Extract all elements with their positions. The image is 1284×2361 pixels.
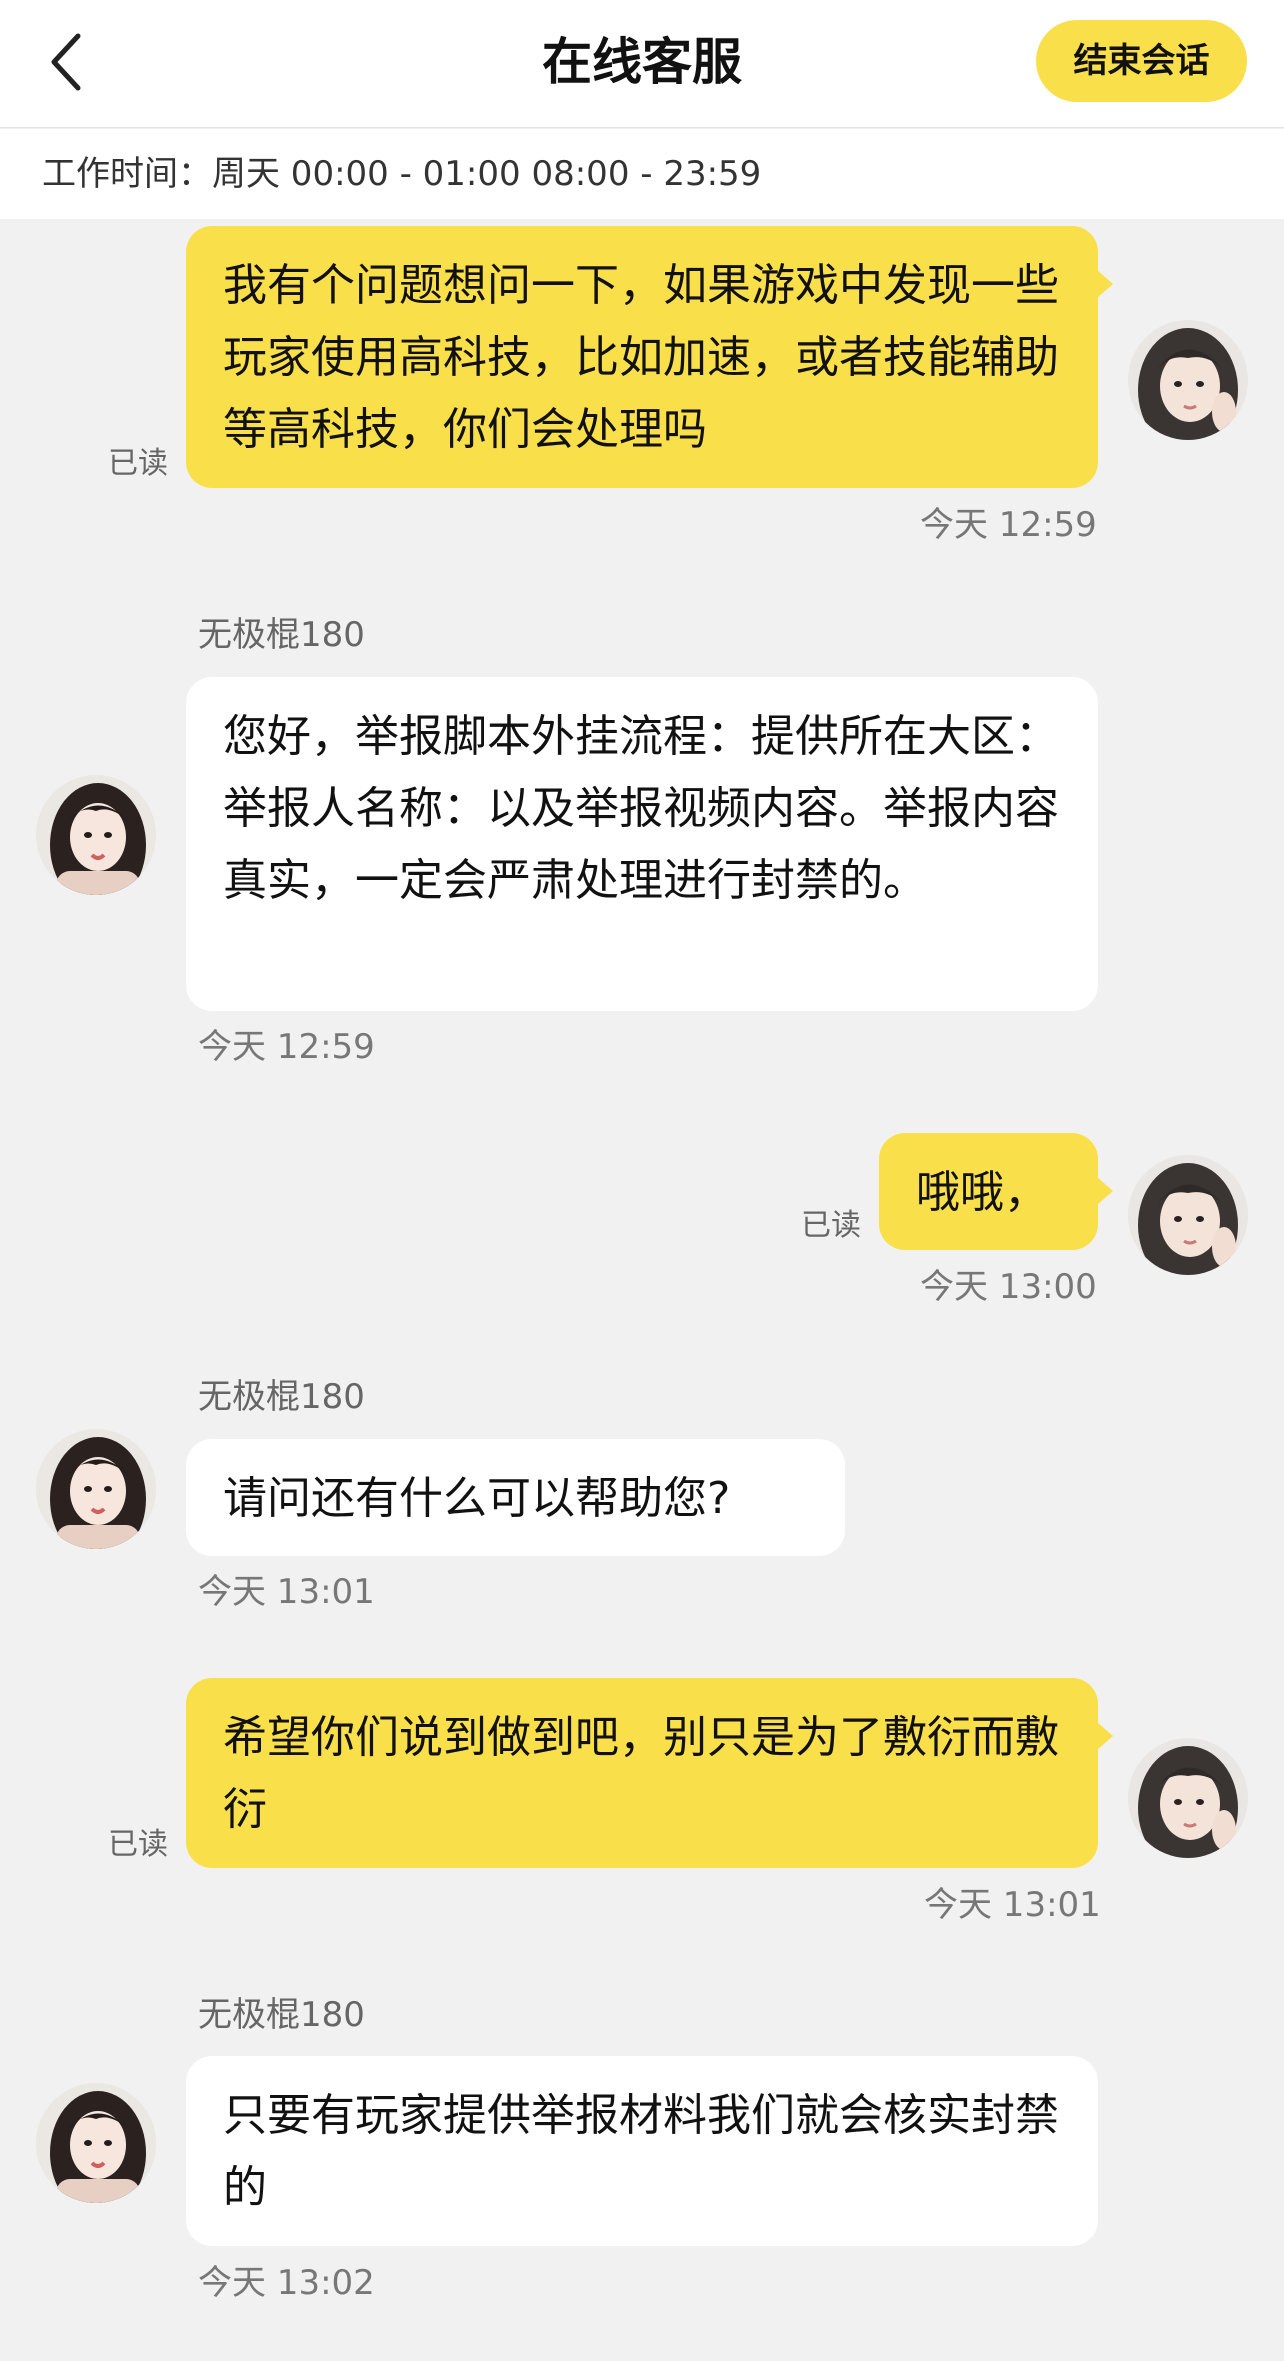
message-bubble-agent[interactable]: 您好，举报脚本外挂流程：提供所在大区：举报人名称：以及举报视频内容。举报内容真实… xyxy=(186,677,1098,1011)
bubble-tail xyxy=(1097,270,1113,298)
message-timestamp: 今天 13:02 xyxy=(198,2263,375,2303)
end-session-button[interactable]: 结束会话 xyxy=(1036,20,1247,102)
bubble-tail xyxy=(1097,1722,1113,1750)
message-bubble-mine[interactable]: 哦哦， xyxy=(879,1133,1098,1250)
agent-name: 无极棍180 xyxy=(198,615,365,655)
message-timestamp: 今天 13:01 xyxy=(924,1885,1101,1925)
agent-avatar[interactable] xyxy=(36,775,156,895)
message-bubble-mine[interactable]: 我有个问题想问一下，如果游戏中发现一些玩家使用高科技，比如加速，或者技能辅助等高… xyxy=(186,226,1098,488)
agent-name: 无极棍180 xyxy=(198,1377,365,1417)
read-status: 已读 xyxy=(801,1208,861,1243)
agent-name: 无极棍180 xyxy=(198,1995,365,2035)
user-avatar[interactable] xyxy=(1128,1155,1248,1275)
message-timestamp: 今天 12:59 xyxy=(920,505,1097,545)
message-timestamp: 今天 13:01 xyxy=(198,1572,375,1612)
message-timestamp: 今天 12:59 xyxy=(198,1027,375,1067)
message-bubble-mine[interactable]: 希望你们说到做到吧，别只是为了敷衍而敷衍 xyxy=(186,1678,1098,1868)
bubble-tail xyxy=(1097,1177,1113,1205)
user-avatar[interactable] xyxy=(1128,320,1248,440)
user-avatar[interactable] xyxy=(1128,1738,1248,1858)
message-bubble-agent[interactable]: 只要有玩家提供举报材料我们就会核实封禁的 xyxy=(186,2056,1098,2246)
message-timestamp: 今天 13:00 xyxy=(920,1267,1097,1307)
working-hours-banner: 工作时间：周天 00:00 - 01:00 08:00 - 23:59 xyxy=(0,129,1284,219)
message-bubble-agent[interactable]: 请问还有什么可以帮助您? xyxy=(186,1439,845,1556)
agent-avatar[interactable] xyxy=(36,1429,156,1549)
top-bar: 在线客服 结束会话 xyxy=(0,0,1284,128)
read-status: 已读 xyxy=(108,446,168,481)
agent-avatar[interactable] xyxy=(36,2083,156,2203)
read-status: 已读 xyxy=(108,1827,168,1862)
